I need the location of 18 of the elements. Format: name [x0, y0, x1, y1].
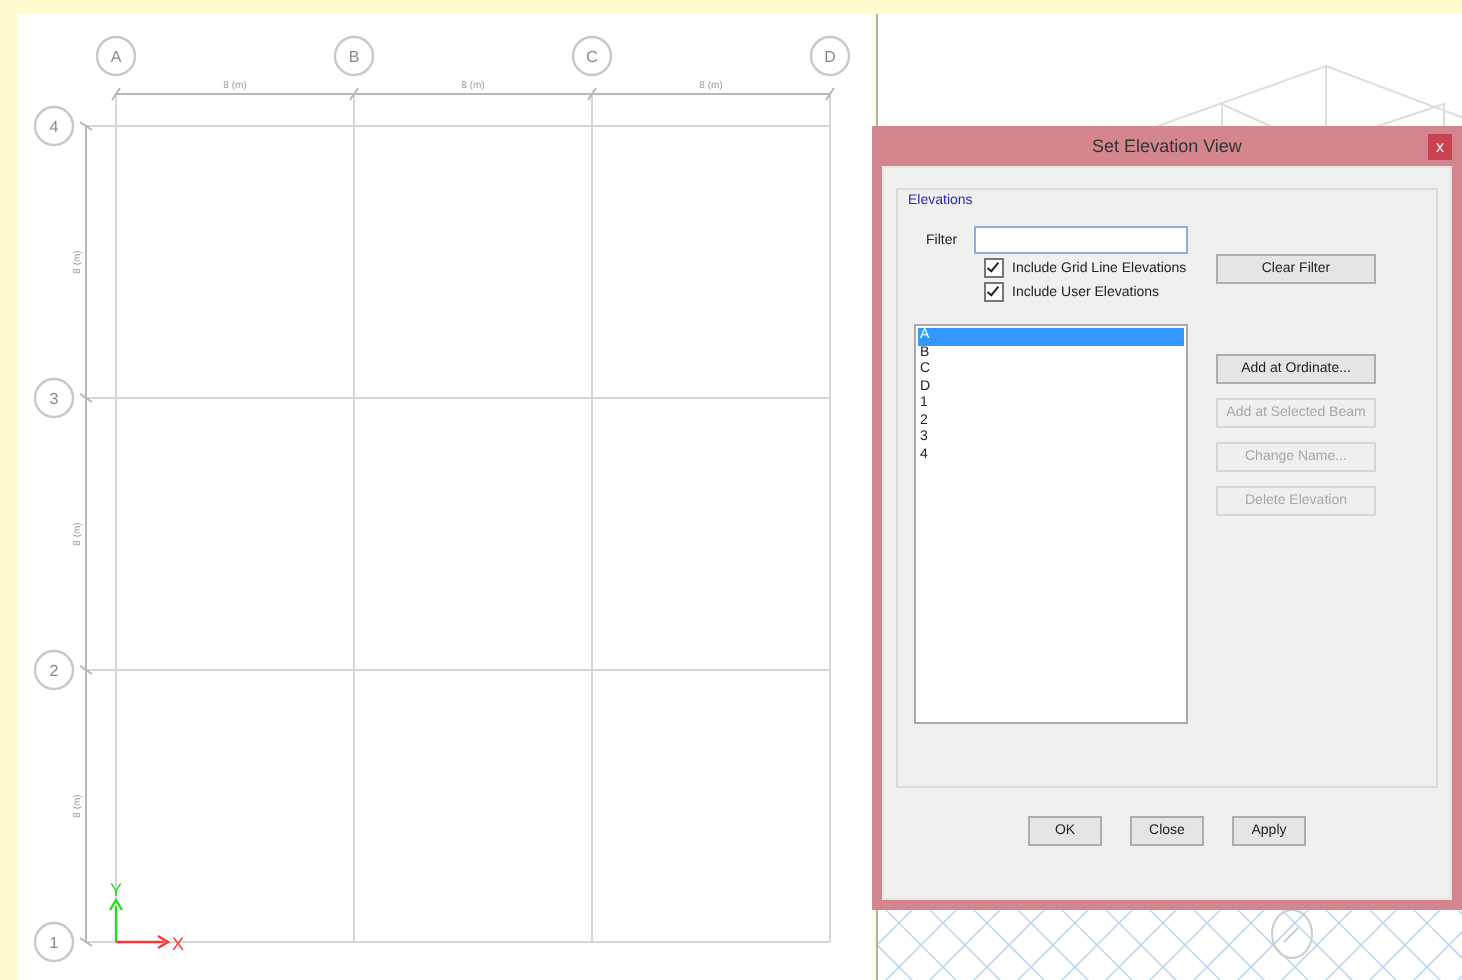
axis-label: Y	[110, 880, 122, 900]
filter-field[interactable]	[974, 226, 1188, 254]
grid-bubble: 2	[33, 649, 75, 691]
dialog-title: Set Elevation View	[1092, 136, 1242, 156]
grid-bubble: 4	[33, 105, 75, 147]
grid-bubble: C	[571, 35, 613, 77]
y-axis-arrow	[108, 897, 124, 942]
checkbox[interactable]	[984, 258, 1004, 278]
window-close-button[interactable]: x	[1428, 134, 1452, 160]
grid-bubble: A	[95, 35, 137, 77]
x-axis-arrow	[116, 934, 171, 950]
grid-bubble: 3	[33, 377, 75, 419]
axis-label: X	[172, 934, 184, 954]
grid-bubble: 1	[33, 921, 75, 963]
grid-bubble: B	[333, 35, 375, 77]
grid-bubble: D	[809, 35, 851, 77]
checkbox[interactable]	[984, 282, 1004, 302]
axis-marker-icon	[1271, 909, 1313, 959]
